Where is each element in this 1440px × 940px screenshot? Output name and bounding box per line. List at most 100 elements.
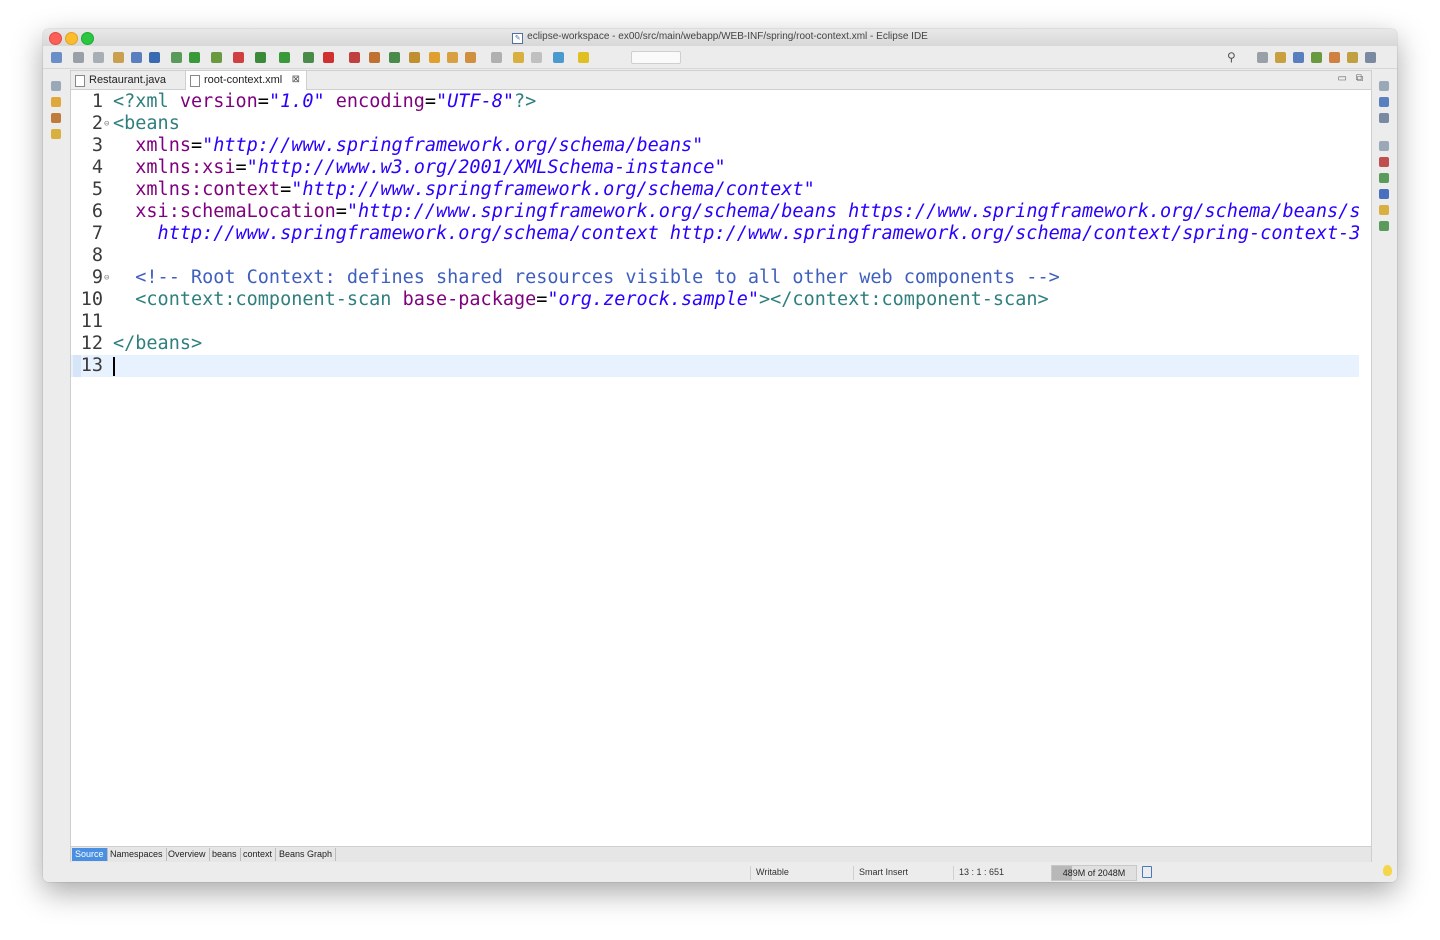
editor-page-tabs: Source Namespaces Overview beans context… <box>71 846 1371 862</box>
window-title: ✎ eclipse-workspace - ex00/src/main/webap… <box>43 31 1397 44</box>
perspective-open-icon[interactable] <box>1257 52 1268 63</box>
code-line: 7 http://www.springframework.org/schema/… <box>71 223 1359 245</box>
tab-beans-graph[interactable]: Beans Graph <box>276 848 337 861</box>
tab-restaurant-java[interactable]: Restaurant.java <box>71 71 185 89</box>
close-tab-icon[interactable]: ⊠ <box>292 71 300 89</box>
toolbar-combo[interactable] <box>631 51 681 64</box>
title-bar: ✎ eclipse-workspace - ex00/src/main/webap… <box>43 29 1397 46</box>
run-icon[interactable] <box>279 52 290 63</box>
xml-attribute: base-package <box>402 289 537 310</box>
xml-attribute: xsi:schemaLocation <box>113 201 336 222</box>
main-toolbar: ⚲ <box>43 46 1397 69</box>
search-icon[interactable]: ⚲ <box>1227 50 1236 64</box>
restore-icon[interactable] <box>51 81 61 91</box>
new-package-icon[interactable] <box>409 52 420 63</box>
refresh-icon[interactable] <box>233 52 244 63</box>
line-number: 7 <box>91 223 103 244</box>
open-file-icon[interactable] <box>447 52 458 63</box>
stop-icon[interactable] <box>323 52 334 63</box>
xml-value: http://www.springframework.org/schema/co… <box>113 223 1359 244</box>
properties-icon[interactable] <box>131 52 142 63</box>
tab-root-context-xml[interactable]: root-context.xml ⊠ <box>185 71 307 90</box>
external-tools-icon[interactable] <box>349 52 360 63</box>
restore-icon[interactable] <box>1379 141 1389 151</box>
debug-perspective-icon[interactable] <box>1293 52 1304 63</box>
xml-tag: ?> <box>514 91 537 112</box>
debug-icon[interactable] <box>255 52 266 63</box>
line-number: 8 <box>91 245 103 266</box>
boot-dashboard-icon[interactable] <box>1379 205 1389 215</box>
svn-perspective-icon[interactable] <box>1347 52 1358 63</box>
maximize-icon[interactable]: ⧉ <box>1356 73 1363 84</box>
tab-source[interactable]: Source <box>72 848 108 861</box>
progress-icon[interactable] <box>1379 173 1389 183</box>
outline-icon[interactable] <box>1379 97 1389 107</box>
annotation-icon[interactable] <box>491 52 502 63</box>
git-perspective-icon[interactable] <box>1329 52 1340 63</box>
heap-status-text: 489M of 2048M <box>1062 868 1126 878</box>
code-line: 12 </beans> <box>71 333 1359 355</box>
task-list-icon[interactable] <box>1379 113 1389 123</box>
save-all-icon[interactable] <box>93 52 104 63</box>
forward-icon[interactable] <box>531 52 542 63</box>
save-icon[interactable] <box>73 52 84 63</box>
tab-context[interactable]: context <box>240 848 277 861</box>
tab-overview[interactable]: Overview <box>165 848 210 861</box>
text-caret <box>113 357 115 376</box>
heap-status[interactable]: 489M of 2048M <box>1051 865 1137 881</box>
resource-perspective-icon[interactable] <box>1365 52 1376 63</box>
left-trim-stack <box>43 69 69 869</box>
package-explorer-icon[interactable] <box>51 97 61 107</box>
fold-toggle-icon[interactable]: ⊖ <box>104 113 109 135</box>
code-line: 4 xmlns:xsi="http://www.w3.org/2001/XMLS… <box>71 157 1359 179</box>
junit-icon[interactable] <box>1379 221 1389 231</box>
eclipse-window: ✎ eclipse-workspace - ex00/src/main/webap… <box>43 29 1397 882</box>
writable-status: Writable <box>750 866 852 880</box>
open-type-icon[interactable] <box>149 52 160 63</box>
pin-icon[interactable] <box>553 52 564 63</box>
line-number: 2 <box>91 113 103 134</box>
line-number: 13 <box>80 355 103 376</box>
search-icon-tb[interactable] <box>465 52 476 63</box>
editor-area: Restaurant.java root-context.xml ⊠ ▭ ⧉ 1… <box>70 70 1372 863</box>
console-icon[interactable] <box>1379 189 1389 199</box>
spring-boot-icon[interactable] <box>211 52 222 63</box>
problems-icon[interactable] <box>1379 157 1389 167</box>
tab-beans[interactable]: beans <box>209 848 241 861</box>
new-class-icon[interactable] <box>389 52 400 63</box>
lightbulb-icon[interactable] <box>1383 865 1392 876</box>
open-task-icon[interactable] <box>171 52 182 63</box>
editor-tab-bar: Restaurant.java root-context.xml ⊠ ▭ ⧉ <box>71 71 1371 90</box>
back-icon[interactable] <box>513 52 524 63</box>
print-icon[interactable] <box>113 52 124 63</box>
restore-icon[interactable] <box>1379 81 1389 91</box>
tab-label: root-context.xml <box>204 74 283 86</box>
xml-attribute: xmlns:xsi <box>113 157 236 178</box>
skip-breakpoints-icon[interactable] <box>189 52 200 63</box>
java-ee-perspective-icon[interactable] <box>1275 52 1286 63</box>
coverage-icon[interactable] <box>303 52 314 63</box>
xml-value: "UTF-8" <box>436 91 514 112</box>
new-project-icon[interactable] <box>369 52 380 63</box>
tab-namespaces[interactable]: Namespaces <box>107 848 167 861</box>
line-number: 10 <box>80 289 103 310</box>
xml-source-editor[interactable]: 1 <?xml version="1.0" encoding="UTF-8"?> … <box>71 91 1359 831</box>
equals-sign: = <box>536 289 548 310</box>
tab-label: Restaurant.java <box>89 74 167 86</box>
equals-sign: = <box>335 201 347 222</box>
equals-sign: = <box>257 91 269 112</box>
xml-file-icon <box>190 75 200 87</box>
status-bar: Writable Smart Insert 13 : 1 : 651 489M … <box>43 862 1397 882</box>
xml-file-icon: ✎ <box>512 33 524 44</box>
garbage-collect-icon[interactable] <box>1142 866 1152 878</box>
spring-perspective-icon[interactable] <box>1311 52 1322 63</box>
fold-toggle-icon[interactable]: ⊖ <box>104 267 109 289</box>
line-number: 6 <box>91 201 103 222</box>
servers-icon[interactable] <box>51 129 61 139</box>
xml-attribute: xmlns:context <box>113 179 281 200</box>
minimize-icon[interactable]: ▭ <box>1338 73 1347 84</box>
type-hierarchy-icon[interactable] <box>51 113 61 123</box>
open-folder-icon[interactable] <box>429 52 440 63</box>
new-wizard-icon[interactable] <box>51 52 62 63</box>
mark-icon[interactable] <box>578 52 589 63</box>
